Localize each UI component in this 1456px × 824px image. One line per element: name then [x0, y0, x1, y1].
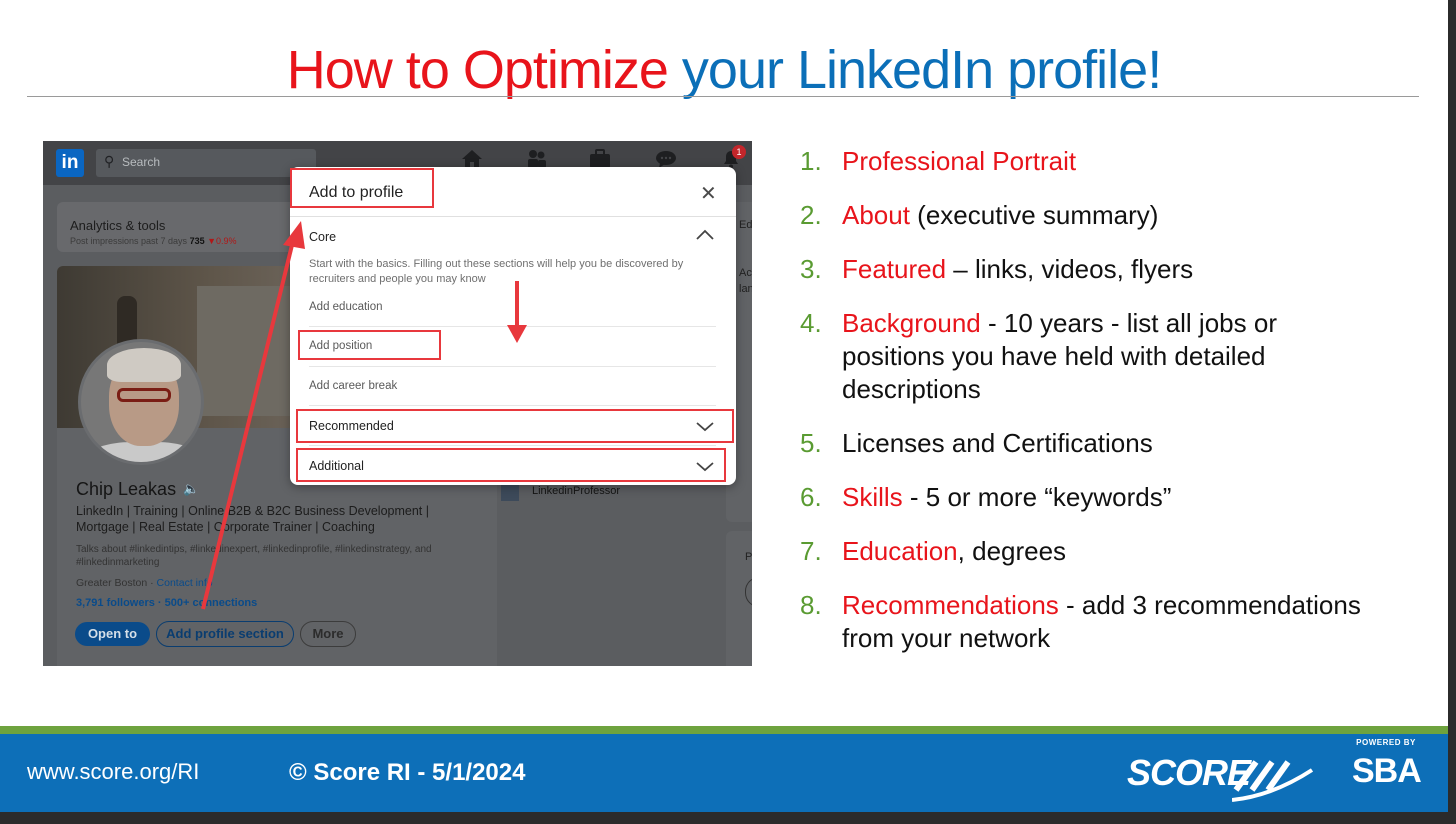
tip-highlight: Background	[842, 308, 981, 338]
window-edge	[1448, 0, 1456, 824]
sba-logo-text: SBA	[1352, 752, 1422, 790]
footer-url[interactable]: www.score.org/RI	[27, 759, 199, 785]
score-logo-mark	[1232, 760, 1314, 802]
tip-text: Featured – links, videos, flyers	[842, 253, 1362, 286]
tip-number: 2.	[800, 200, 822, 230]
tip-highlight: Education	[842, 536, 958, 566]
title-part-1: How to Optimize	[286, 40, 669, 100]
footer-accent-bar	[0, 726, 1448, 734]
tip-highlight: About	[842, 200, 910, 230]
tip-highlight: Featured	[842, 254, 947, 284]
tip-number: 7.	[800, 536, 822, 566]
title-part-2: your LinkedIn profile!	[681, 40, 1162, 100]
tip-rest: - 5 or more “keywords”	[902, 482, 1172, 512]
sba-powered-by: POWERED BY	[1356, 738, 1416, 747]
footer: www.score.org/RI © Score RI - 5/1/2024 S…	[0, 734, 1448, 812]
title-divider	[27, 96, 1419, 97]
tip-text: Professional Portrait	[842, 145, 1362, 178]
tip-number: 5.	[800, 428, 822, 458]
tip-number: 3.	[800, 254, 822, 284]
linkedin-screenshot: in ⚲ Search 1 Analytics & tools Post imp…	[43, 141, 752, 666]
tip-rest: Licenses and Certifications	[842, 428, 1153, 458]
tip-number: 4.	[800, 308, 822, 338]
slide-title: How to Optimize your LinkedIn profile!	[0, 38, 1448, 102]
tip-number: 1.	[800, 146, 822, 176]
tip-text: Licenses and Certifications	[842, 427, 1362, 460]
tip-highlight: Professional Portrait	[842, 146, 1077, 176]
annotation-arrows	[201, 221, 527, 610]
sba-logo: POWERED BY SBA	[1352, 738, 1422, 810]
footer-copyright: © Score RI - 5/1/2024	[289, 759, 526, 786]
tip-text: Recommendations - add 3 recommendations …	[842, 589, 1362, 655]
tip-text: Education, degrees	[842, 535, 1362, 568]
tip-text: About (executive summary)	[842, 199, 1362, 232]
tip-highlight: Recommendations	[842, 590, 1059, 620]
tip-number: 8.	[800, 590, 822, 620]
tip-rest: – links, videos, flyers	[946, 254, 1194, 284]
tip-rest: , degrees	[957, 536, 1067, 566]
tip-text: Skills - 5 or more “keywords”	[842, 481, 1362, 514]
tip-number: 6.	[800, 482, 822, 512]
tip-highlight: Skills	[842, 482, 903, 512]
tip-text: Background - 10 years - list all jobs or…	[842, 307, 1362, 406]
tip-rest: (executive summary)	[909, 200, 1159, 230]
window-bottom-edge	[0, 812, 1456, 824]
slide: How to Optimize your LinkedIn profile! i…	[0, 0, 1448, 812]
